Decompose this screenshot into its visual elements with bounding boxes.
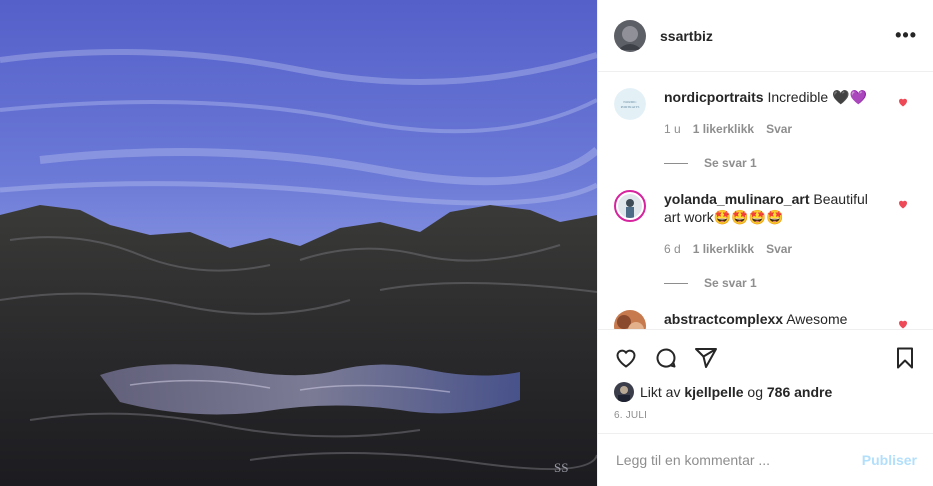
- svg-text:PORTRAITS: PORTRAITS: [621, 105, 640, 109]
- liker-avatar[interactable]: [614, 382, 634, 402]
- post-image[interactable]: SS: [0, 0, 597, 486]
- view-replies-label: Se svar 1: [704, 156, 757, 170]
- heart-icon[interactable]: [614, 346, 638, 370]
- svg-text:NORDIC: NORDIC: [623, 100, 637, 104]
- comment-item: NORDIC PORTRAITS nordicportraits Incredi…: [614, 88, 917, 138]
- reply-button[interactable]: Svar: [766, 120, 792, 138]
- comment-like-heart-icon[interactable]: [897, 96, 909, 108]
- comment-input[interactable]: [614, 451, 862, 469]
- post-actions: Likt av kjellpelle og 786 andre 6. JULI: [598, 329, 933, 433]
- post-side-panel: ssartbiz ••• NORDIC PORTRAITS nordicport…: [597, 0, 933, 486]
- comment-item: yolanda_mulinaro_art Beautiful art work🤩…: [614, 190, 917, 258]
- comment-like-heart-icon[interactable]: [897, 198, 909, 210]
- likes-summary: Likt av kjellpelle og 786 andre: [614, 382, 917, 402]
- comment-age[interactable]: 1 u: [664, 120, 681, 138]
- more-options-icon[interactable]: •••: [895, 25, 917, 46]
- view-replies-button[interactable]: Se svar 1: [664, 276, 917, 290]
- image-signature: SS: [554, 460, 568, 475]
- view-replies-button[interactable]: Se svar 1: [664, 156, 917, 170]
- likes-prefix: Likt av: [640, 384, 681, 400]
- comment-item: abstractcomplexx Awesome: [614, 310, 917, 329]
- commenter-avatar-story[interactable]: [614, 190, 646, 222]
- comment-icon[interactable]: [654, 346, 678, 370]
- comment-age[interactable]: 6 d: [664, 240, 681, 258]
- painting-landscape: SS: [0, 0, 597, 486]
- instagram-post: SS ssartbiz ••• NORDIC PORTRAITS nordicp…: [0, 0, 933, 486]
- share-icon[interactable]: [694, 346, 718, 370]
- replies-divider: [664, 282, 688, 284]
- comment-like-heart-icon[interactable]: [897, 318, 909, 329]
- reply-button[interactable]: Svar: [766, 240, 792, 258]
- comment-text: Incredible 🖤💜: [767, 89, 867, 105]
- likes-joiner: og: [747, 384, 763, 400]
- comment-username[interactable]: nordicportraits: [664, 89, 764, 105]
- replies-divider: [664, 162, 688, 164]
- liker-username[interactable]: kjellpelle: [684, 384, 743, 400]
- comment-likes[interactable]: 1 likerklikk: [693, 240, 754, 258]
- view-replies-label: Se svar 1: [704, 276, 757, 290]
- bookmark-icon[interactable]: [893, 346, 917, 370]
- commenter-avatar[interactable]: NORDIC PORTRAITS: [614, 88, 646, 120]
- comment-username[interactable]: yolanda_mulinaro_art: [664, 191, 810, 207]
- author-username[interactable]: ssartbiz: [660, 28, 713, 44]
- commenter-avatar[interactable]: [614, 310, 646, 329]
- publish-button[interactable]: Publiser: [862, 452, 917, 468]
- comment-likes[interactable]: 1 likerklikk: [693, 120, 754, 138]
- likes-others-link[interactable]: 786 andre: [767, 384, 832, 400]
- comments-list[interactable]: NORDIC PORTRAITS nordicportraits Incredi…: [598, 72, 933, 329]
- comment-text: Awesome: [786, 311, 848, 327]
- post-date[interactable]: 6. JULI: [614, 410, 917, 421]
- action-icons: [614, 330, 917, 386]
- comment-username[interactable]: abstractcomplexx: [664, 311, 783, 327]
- add-comment-bar: Publiser: [598, 433, 933, 486]
- author-avatar[interactable]: [614, 19, 646, 52]
- post-header: ssartbiz •••: [598, 0, 933, 72]
